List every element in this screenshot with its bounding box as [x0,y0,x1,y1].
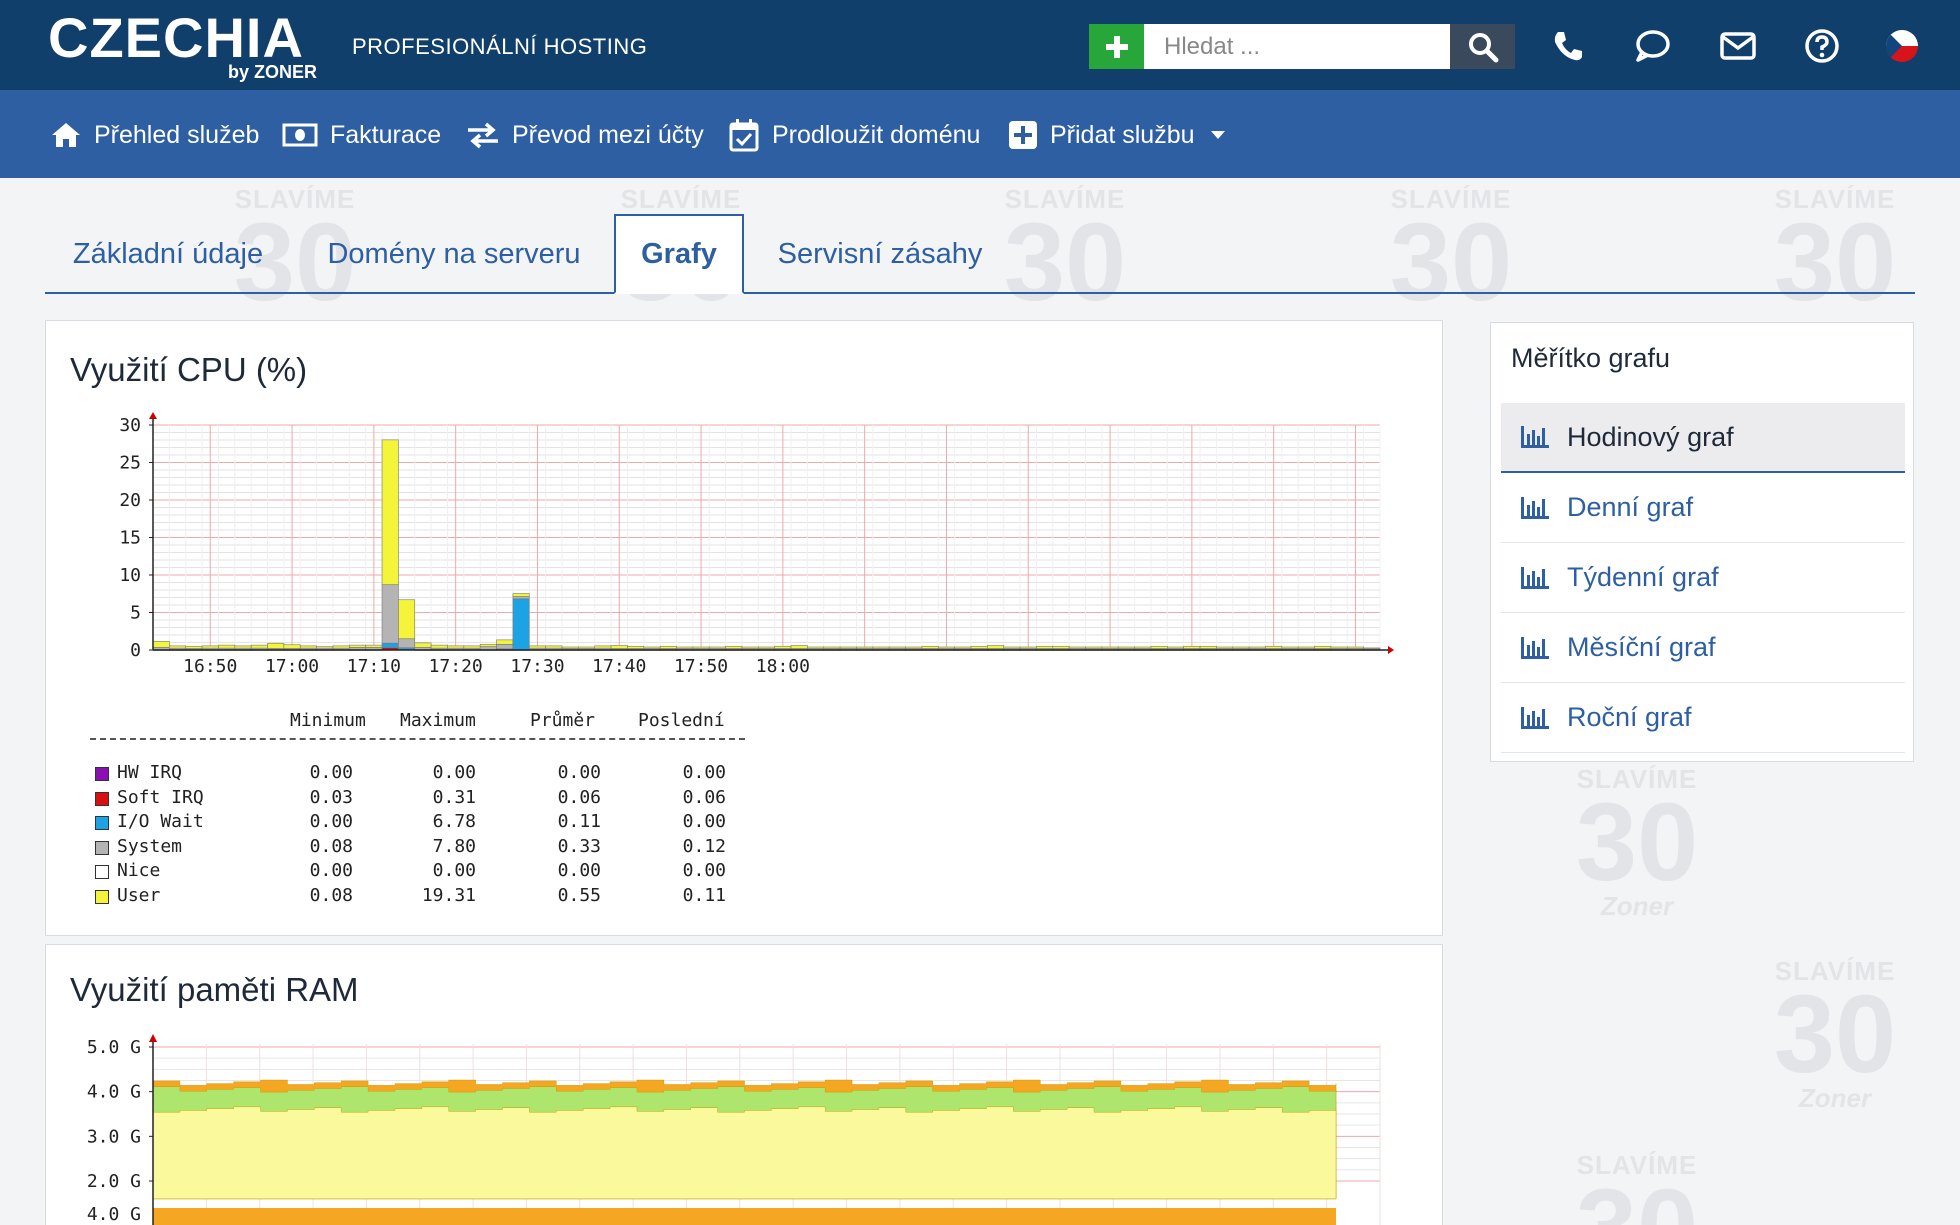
bar-chart-icon [1521,706,1549,729]
graph-scale-item[interactable]: Denní graf [1501,473,1905,543]
ram-area-apps [152,1106,1337,1200]
ram-y-tick-label: 5.0 G [87,1037,141,1058]
bar-chart-icon [1521,636,1549,659]
sidebar-title: Měřítko grafu [1511,343,1671,373]
ram-y-tick-label: 4.0 G [87,1082,141,1103]
graph-scale-label: Hodinový graf [1567,421,1734,452]
ram-y-tick-label: 4.0 G [87,1204,141,1225]
bar-chart-icon [1521,566,1549,589]
bar-chart-icon [1521,426,1549,448]
graph-scale-item[interactable]: Roční graf [1501,683,1905,753]
bar-chart-icon [1521,496,1549,519]
graph-scale-item[interactable]: Hodinový graf [1501,403,1905,473]
ram-y-tick-label: 2.0 G [87,1171,141,1192]
graph-scale-item[interactable]: Měsíční graf [1501,613,1905,683]
graph-scale-label: Měsíční graf [1567,632,1716,662]
graph-scale-item[interactable]: Týdenní graf [1501,543,1905,613]
ram-y-tick-label: 3.0 G [87,1126,141,1147]
graph-scale-sidebar: Měřítko grafu Hodinový graf Denní graf Týd… [1490,322,1914,762]
graph-scale-label: Denní graf [1567,492,1694,522]
ram-lower-band [153,1208,1336,1225]
graph-scale-label: Roční graf [1567,702,1692,732]
graph-scale-label: Týdenní graf [1567,562,1719,592]
